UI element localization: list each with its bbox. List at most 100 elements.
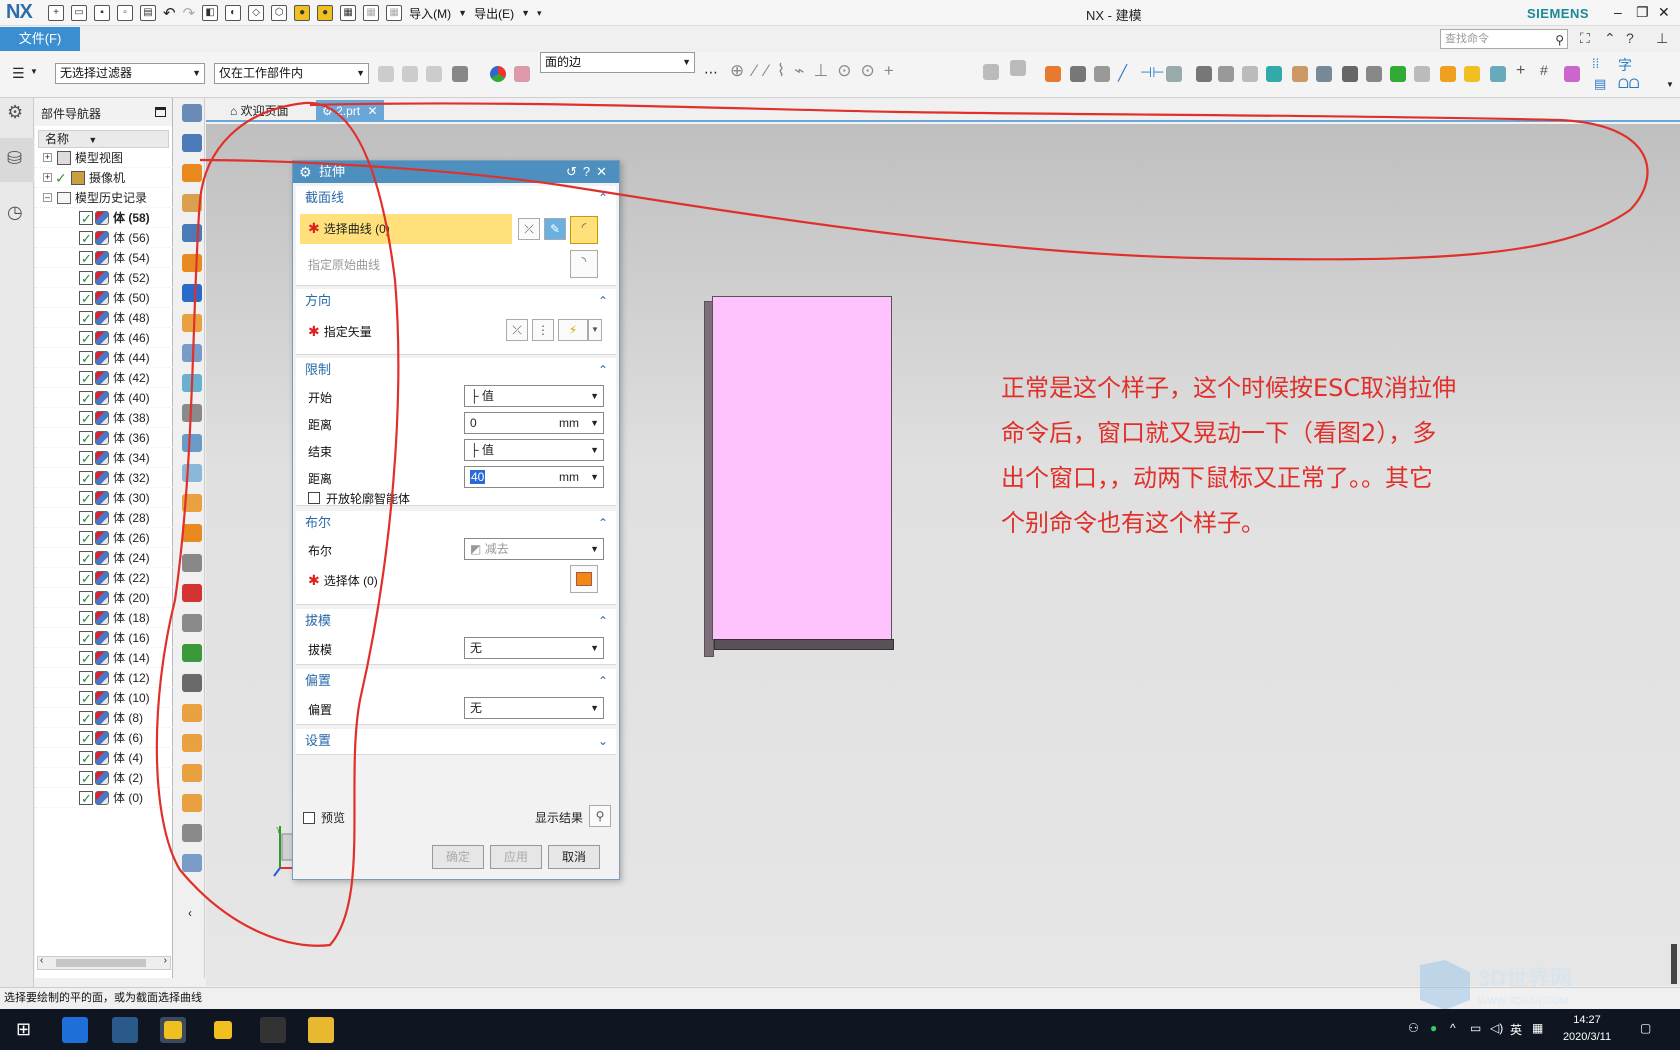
body-icon[interactable] — [514, 66, 530, 82]
tree-node-body[interactable]: 体 (42) — [35, 368, 173, 389]
tree-node-body[interactable]: 体 (36) — [35, 428, 173, 449]
visibility-checkbox[interactable] — [79, 589, 93, 609]
symbol-icon[interactable]: ᗝᗝ — [1618, 76, 1640, 92]
box-icon[interactable] — [1440, 66, 1456, 82]
close-icon[interactable]: ✕ — [596, 164, 613, 179]
visibility-checkbox[interactable] — [79, 769, 93, 789]
open-profile-checkbox[interactable] — [308, 492, 320, 504]
dimension-icon[interactable]: ⊣⊢ — [1140, 64, 1164, 81]
thicken-icon[interactable] — [182, 704, 202, 722]
save-as-icon[interactable]: ▫ — [117, 5, 133, 21]
part-navigator-icon[interactable]: ⛁ — [7, 148, 22, 169]
tree-node-body[interactable]: 体 (34) — [35, 448, 173, 469]
offset-face-icon[interactable] — [182, 554, 202, 572]
expand-icon[interactable]: + — [43, 153, 52, 162]
tree-node-body[interactable]: 体 (20) — [35, 588, 173, 609]
help-icon[interactable]: ? — [1626, 30, 1634, 46]
tree-node-body[interactable]: 体 (2) — [35, 768, 173, 789]
draft-dropdown[interactable]: 无 ▼ — [464, 637, 604, 659]
gear-icon[interactable]: ⚙ — [7, 102, 23, 123]
tool-icon[interactable] — [1490, 66, 1506, 82]
visibility-checkbox[interactable] — [79, 629, 93, 649]
delete-face-icon[interactable] — [182, 794, 202, 812]
curve-icon[interactable]: ◜ — [570, 216, 598, 244]
navigator-horizontal-scrollbar[interactable]: ‹ › — [37, 955, 171, 970]
file-explorer-icon[interactable] — [308, 1017, 334, 1043]
view-hidden-icon[interactable] — [1094, 66, 1110, 82]
visibility-checkbox[interactable] — [79, 569, 93, 589]
type-filter-dropdown[interactable]: 无选择过滤器 ▼ — [55, 63, 205, 84]
tree-node-body[interactable]: 体 (32) — [35, 468, 173, 489]
vector-dialog-icon[interactable]: ⋮ — [532, 319, 554, 341]
tree-node-body[interactable]: 体 (30) — [35, 488, 173, 509]
analysis-icon[interactable] — [1266, 66, 1282, 82]
sketch-section-icon[interactable]: ✎ — [544, 218, 566, 240]
part-bottom-face[interactable] — [714, 639, 894, 650]
curve-icon[interactable] — [182, 644, 202, 662]
selection-mode-icon[interactable] — [452, 66, 468, 82]
blend-icon[interactable] — [182, 434, 202, 452]
block-icon[interactable] — [182, 254, 202, 272]
section-header[interactable]: 偏置 ⌃ — [296, 669, 616, 693]
maximize-icon[interactable] — [155, 107, 166, 117]
tree-node-body[interactable]: 体 (56) — [35, 228, 173, 249]
visibility-checkbox[interactable] — [79, 429, 93, 449]
tree-node-model-views[interactable]: + 模型视图 — [35, 148, 173, 168]
table-icon[interactable]: ▤ — [1594, 76, 1606, 92]
visibility-checkbox[interactable] — [79, 369, 93, 389]
visibility-checkbox[interactable] — [79, 649, 93, 669]
line-icon[interactable]: ╱ — [1118, 64, 1127, 82]
snap-point-icons[interactable]: ⊕⁄⁄⌇⌁⊥⊙⊙+ — [730, 61, 903, 81]
redo-icon[interactable]: ↷ — [183, 4, 196, 22]
scroll-right-icon[interactable]: › — [164, 955, 167, 966]
visibility-checkbox[interactable] — [79, 789, 93, 809]
visibility-checkbox[interactable] — [79, 529, 93, 549]
tree-node-body[interactable]: 体 (14) — [35, 648, 173, 669]
collapse-icon[interactable]: ⌃ — [598, 289, 608, 313]
collapse-icon[interactable]: – — [43, 193, 52, 202]
visibility-checkbox[interactable] — [79, 469, 93, 489]
chamfer-icon[interactable] — [182, 404, 202, 422]
tree-node-body[interactable]: 体 (6) — [35, 728, 173, 749]
tree-node-body[interactable]: 体 (24) — [35, 548, 173, 569]
visibility-checkbox[interactable] — [79, 729, 93, 749]
command-search-input[interactable]: 查找命令 ⚲ — [1440, 29, 1568, 49]
visibility-checkbox[interactable] — [79, 749, 93, 769]
section-header[interactable]: 截面线 ⌃ — [296, 186, 616, 210]
collapse-icon[interactable]: ⌃ — [598, 669, 608, 693]
tree-node-body[interactable]: 体 (28) — [35, 508, 173, 529]
viewport-scroll-indicator[interactable] — [1671, 944, 1677, 984]
pin-icon[interactable]: ⊥ — [1656, 30, 1668, 47]
tree-node-body[interactable]: 体 (52) — [35, 268, 173, 289]
close-tab-icon[interactable]: ✕ — [367, 104, 377, 118]
layer-2-icon[interactable]: ▦ — [363, 5, 380, 21]
nx-2-taskbar-icon[interactable] — [210, 1017, 236, 1043]
chevron-down-icon[interactable]: ▼ — [30, 67, 38, 76]
section-icon[interactable] — [1166, 66, 1182, 82]
move-face-icon[interactable] — [182, 824, 202, 842]
end-distance-input[interactable]: 40 mm ▼ — [464, 466, 604, 488]
snap-extra-2-icon[interactable] — [1010, 60, 1026, 76]
tree-node-body[interactable]: 体 (8) — [35, 708, 173, 729]
tree-node-body[interactable]: 体 (40) — [35, 388, 173, 409]
tree-node-body[interactable]: 体 (38) — [35, 408, 173, 429]
name-column-header[interactable]: 名称 ▼ — [38, 130, 169, 148]
more-icon[interactable]: ⋯ — [704, 64, 718, 81]
surface-icon[interactable] — [182, 374, 202, 392]
tree-node-body[interactable]: 体 (26) — [35, 528, 173, 549]
ok-button[interactable]: 确定 — [432, 845, 484, 869]
visibility-checkbox[interactable] — [79, 349, 93, 369]
window-icon[interactable]: ◧ — [202, 5, 219, 21]
clock[interactable]: 14:27 2020/3/11 — [1552, 1012, 1622, 1046]
measure-icon[interactable] — [1316, 66, 1332, 82]
text-icon[interactable] — [1564, 66, 1580, 82]
cancel-button[interactable]: 取消 — [548, 845, 600, 869]
tree-node-body[interactable]: 体 (16) — [35, 628, 173, 649]
reset-icon[interactable]: ↺ — [566, 164, 583, 179]
tab-welcome-page[interactable]: ⌂ 欢迎页面 — [224, 100, 295, 122]
check-icon[interactable] — [182, 584, 202, 602]
battery-icon[interactable]: ▭ — [1470, 1021, 1481, 1035]
tree-node-body[interactable]: 体 (12) — [35, 668, 173, 689]
collapse-icon[interactable]: ⌃ — [598, 511, 608, 535]
scrollbar-thumb[interactable] — [56, 959, 146, 967]
